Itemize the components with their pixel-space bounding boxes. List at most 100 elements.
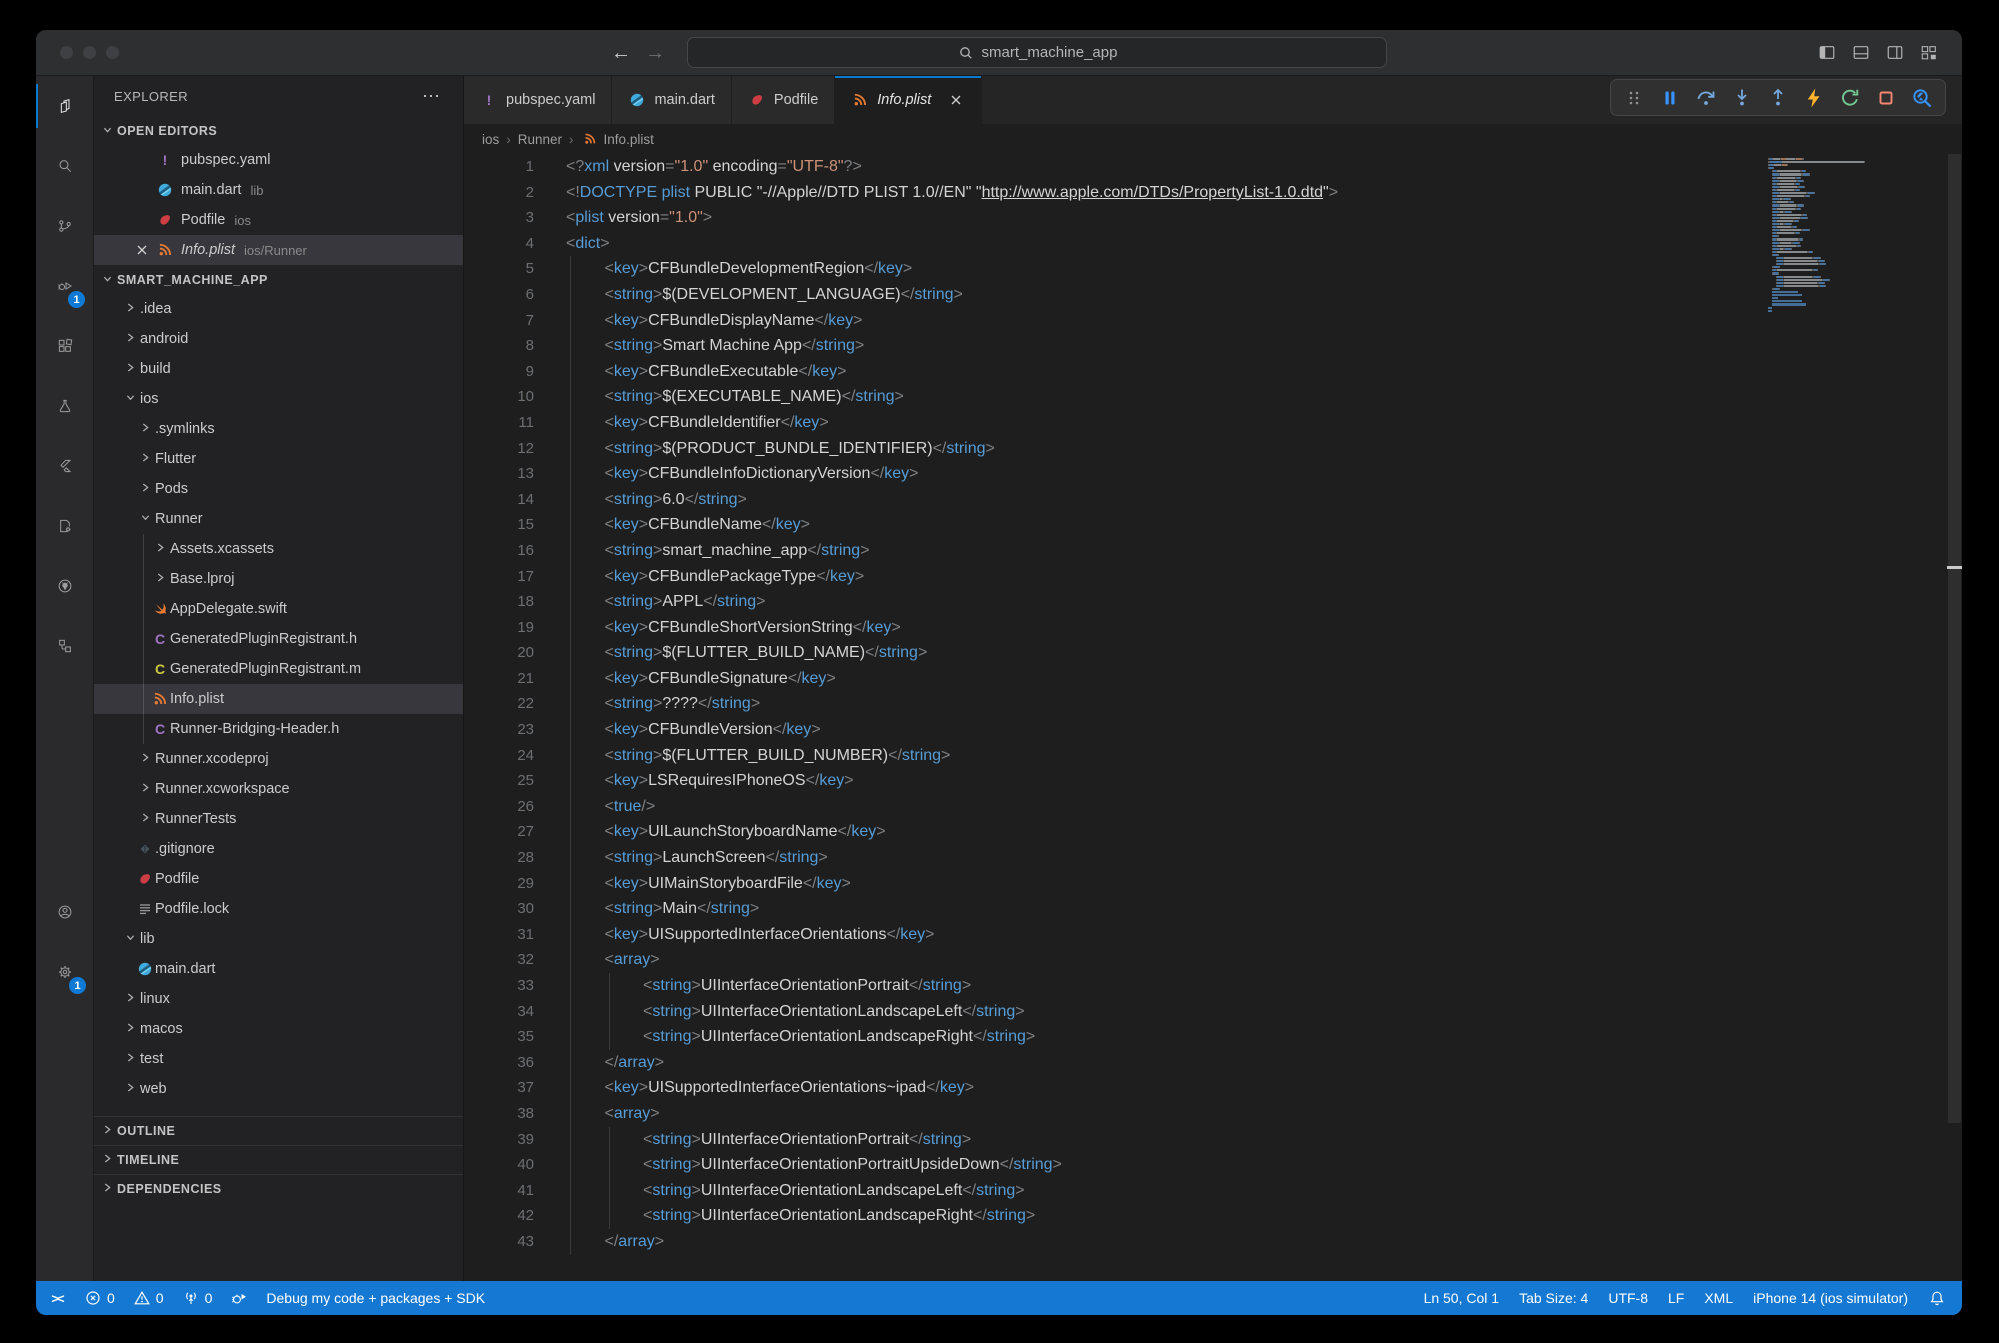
code-line[interactable]: 20<string>$(FLUTTER_BUILD_NAME)</string> [464, 640, 1962, 666]
code-line[interactable]: 31<key>UISupportedInterfaceOrientations<… [464, 922, 1962, 948]
tree-folder--symlinks[interactable]: .symlinks [94, 414, 463, 444]
activity-item-run-and-debug[interactable]: 1 [36, 256, 93, 316]
tree-folder-android[interactable]: android [94, 324, 463, 354]
section-header-outline[interactable]: OUTLINE [94, 1116, 463, 1145]
open-editors-header[interactable]: OPEN EDITORS [94, 116, 463, 145]
project-root-header[interactable]: SMART_MACHINE_APP [94, 265, 463, 294]
tree-file-generatedpluginregistrant-m[interactable]: CGeneratedPluginRegistrant.m [94, 654, 463, 684]
code-line[interactable]: 26<true/> [464, 794, 1962, 820]
code-line[interactable]: 32<array> [464, 947, 1962, 973]
tree-folder-runner-xcworkspace[interactable]: Runner.xcworkspace [94, 774, 463, 804]
layout-sidebar-right[interactable] [1886, 44, 1904, 62]
tree-folder-ios[interactable]: ios [94, 384, 463, 414]
tree-folder-linux[interactable]: linux [94, 984, 463, 1014]
activity-item-github[interactable] [36, 556, 93, 616]
navigate-back-icon[interactable]: ← [611, 43, 631, 63]
code-line[interactable]: 33<string>UIInterfaceOrientationPortrait… [464, 973, 1962, 999]
status-flutter-device[interactable]: iPhone 14 (ios simulator) [1753, 1290, 1908, 1306]
open-editor-item[interactable]: main.dartlib [94, 175, 463, 205]
code-line[interactable]: 1<?xml version="1.0" encoding="UTF-8"?> [464, 154, 1962, 180]
tree-folder-macos[interactable]: macos [94, 1014, 463, 1044]
breadcrumb-item[interactable]: Info.plist [581, 130, 654, 148]
tree-file-main-dart[interactable]: main.dart [94, 954, 463, 984]
tree-folder-build[interactable]: build [94, 354, 463, 384]
tab-info-plist[interactable]: Info.plist [835, 76, 982, 124]
open-editor-item[interactable]: Info.plistios/Runner [94, 235, 463, 265]
code-line[interactable]: 14<string>6.0</string> [464, 487, 1962, 513]
minimize-window-button[interactable] [83, 46, 96, 59]
status-language-mode[interactable]: XML [1704, 1290, 1733, 1306]
close-icon[interactable] [133, 241, 151, 259]
code-line[interactable]: 11<key>CFBundleIdentifier</key> [464, 410, 1962, 436]
step-out-icon[interactable] [1763, 84, 1793, 112]
tree-folder-pods[interactable]: Pods [94, 474, 463, 504]
tree-folder-assets-xcassets[interactable]: Assets.xcassets [94, 534, 463, 564]
code-line[interactable]: 16<string>smart_machine_app</string> [464, 538, 1962, 564]
status-indentation[interactable]: Tab Size: 4 [1519, 1290, 1588, 1306]
pause-icon[interactable] [1655, 84, 1685, 112]
scrollbar-slider[interactable] [1948, 154, 1961, 1123]
navigate-forward-icon[interactable]: → [645, 43, 665, 63]
section-header-timeline[interactable]: TIMELINE [94, 1145, 463, 1174]
status-encoding[interactable]: UTF-8 [1608, 1290, 1648, 1306]
layout-sidebar-left[interactable] [1818, 44, 1836, 62]
widget-inspector-icon[interactable] [1907, 84, 1937, 112]
code-line[interactable]: 29<key>UIMainStoryboardFile</key> [464, 871, 1962, 897]
status-cursor-position[interactable]: Ln 50, Col 1 [1424, 1290, 1500, 1306]
code-line[interactable]: 37<key>UISupportedInterfaceOrientations~… [464, 1075, 1962, 1101]
zoom-window-button[interactable] [106, 46, 119, 59]
code-line[interactable]: 36</array> [464, 1050, 1962, 1076]
command-center-search[interactable]: smart_machine_app [687, 37, 1387, 68]
code-line[interactable]: 4<dict> [464, 231, 1962, 257]
customize-layout[interactable] [1920, 44, 1938, 62]
tree-folder-base-lproj[interactable]: Base.lproj [94, 564, 463, 594]
stop-icon[interactable] [1871, 84, 1901, 112]
tree-folder-lib[interactable]: lib [94, 924, 463, 954]
code-line[interactable]: 6<string>$(DEVELOPMENT_LANGUAGE)</string… [464, 282, 1962, 308]
code-line[interactable]: 34<string>UIInterfaceOrientationLandscap… [464, 999, 1962, 1025]
editor-scrollbar[interactable] [1947, 154, 1962, 1281]
code-line[interactable]: 10<string>$(EXECUTABLE_NAME)</string> [464, 384, 1962, 410]
tree-file-runner-bridging-header-h[interactable]: CRunner-Bridging-Header.h [94, 714, 463, 744]
code-line[interactable]: 5<key>CFBundleDevelopmentRegion</key> [464, 256, 1962, 282]
status-port-count[interactable]: 0 [182, 1289, 213, 1307]
code-line[interactable]: 30<string>Main</string> [464, 896, 1962, 922]
activity-item-references[interactable] [36, 616, 93, 676]
activity-item-flutter[interactable] [36, 436, 93, 496]
step-over-icon[interactable] [1691, 84, 1721, 112]
code-line[interactable]: 13<key>CFBundleInfoDictionaryVersion</ke… [464, 461, 1962, 487]
tree-folder-runner[interactable]: Runner [94, 504, 463, 534]
layout-panel-bottom[interactable] [1852, 44, 1870, 62]
status-warning-count[interactable]: 0 [133, 1289, 164, 1307]
code-line[interactable]: 12<string>$(PRODUCT_BUNDLE_IDENTIFIER)</… [464, 436, 1962, 462]
code-line[interactable]: 21<key>CFBundleSignature</key> [464, 666, 1962, 692]
code-line[interactable]: 27<key>UILaunchStoryboardName</key> [464, 819, 1962, 845]
activity-item-settings[interactable]: 1 [36, 942, 94, 1002]
breadcrumb-item[interactable]: ios [482, 132, 499, 147]
tab-main-dart[interactable]: main.dart [612, 76, 731, 124]
hot-reload-icon[interactable] [1799, 84, 1829, 112]
activity-item-source-control[interactable] [36, 196, 93, 256]
minimap[interactable] [1768, 158, 1930, 313]
activity-item-explorer[interactable] [36, 76, 93, 136]
code-line[interactable]: 43</array> [464, 1229, 1962, 1255]
code-line[interactable]: 25<key>LSRequiresIPhoneOS</key> [464, 768, 1962, 794]
tree-folder-runnertests[interactable]: RunnerTests [94, 804, 463, 834]
explorer-actions-icon[interactable]: ⋯ [422, 86, 441, 107]
code-line[interactable]: 42<string>UIInterfaceOrientationLandscap… [464, 1203, 1962, 1229]
close-window-button[interactable] [60, 46, 73, 59]
code-line[interactable]: 28<string>LaunchScreen</string> [464, 845, 1962, 871]
tree-folder-runner-xcodeproj[interactable]: Runner.xcodeproj [94, 744, 463, 774]
code-line[interactable]: 24<string>$(FLUTTER_BUILD_NUMBER)</strin… [464, 743, 1962, 769]
code-line[interactable]: 22<string>????</string> [464, 691, 1962, 717]
section-header-dependencies[interactable]: DEPENDENCIES [94, 1174, 463, 1203]
tab-podfile[interactable]: Podfile [732, 76, 835, 124]
activity-item-project-manager[interactable] [36, 496, 93, 556]
code-line[interactable]: 18<string>APPL</string> [464, 589, 1962, 615]
tree-file-podfile[interactable]: Podfile [94, 864, 463, 894]
status-notifications[interactable] [1928, 1289, 1946, 1307]
code-line[interactable]: 23<key>CFBundleVersion</key> [464, 717, 1962, 743]
code-line[interactable]: 35<string>UIInterfaceOrientationLandscap… [464, 1024, 1962, 1050]
tree-file-appdelegate-swift[interactable]: AppDelegate.swift [94, 594, 463, 624]
tree-folder-flutter[interactable]: Flutter [94, 444, 463, 474]
